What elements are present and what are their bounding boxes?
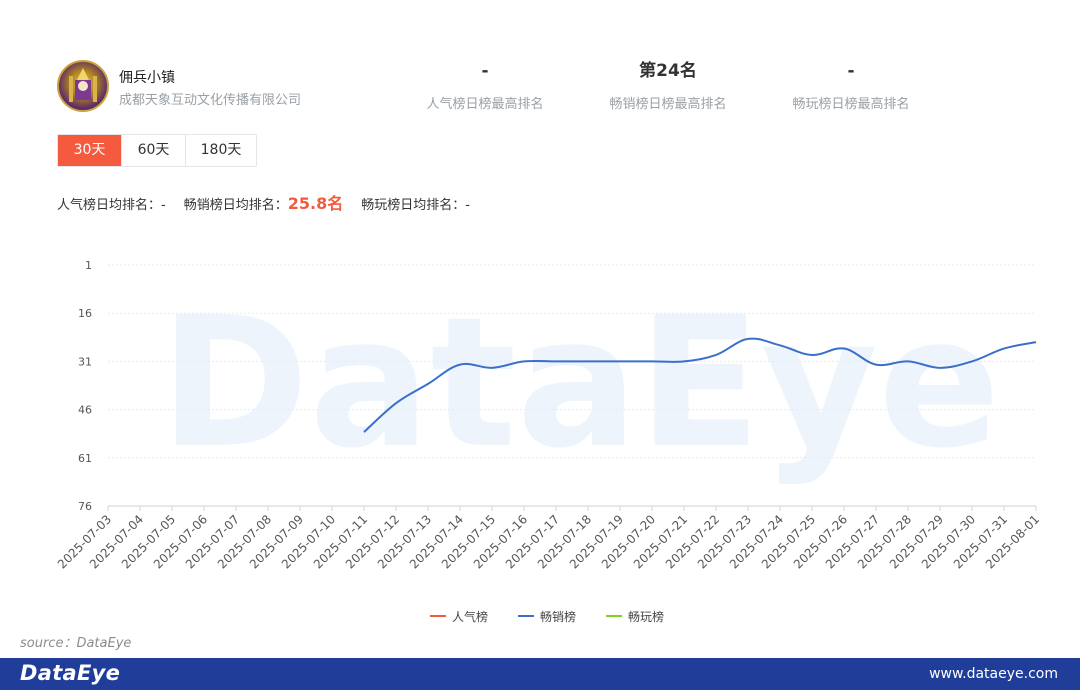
tab-30-days[interactable]: 30天 xyxy=(58,135,122,166)
stat-sales-best-value: 第24名 xyxy=(639,61,697,81)
stat-popular-best: - 人气榜日榜最高排名 xyxy=(400,60,570,112)
source-note: source：DataEye xyxy=(20,636,132,651)
stat-sales-best-label: 畅销榜日榜最高排名 xyxy=(609,97,727,112)
average-rank-row: 人气榜日均排名： - 畅销榜日均排名： 25.8名 畅玩榜日均排名： - xyxy=(57,190,488,214)
legend-label-1: 畅销榜 xyxy=(540,609,576,624)
footer-url: www.dataeye.com xyxy=(929,666,1058,682)
avg-sales-label: 畅销榜日均排名： xyxy=(183,198,288,213)
tab-180-days[interactable]: 180天 xyxy=(186,135,256,166)
stat-play-best: - 畅玩榜日榜最高排名 xyxy=(766,60,936,112)
watermark: DataEye xyxy=(160,279,1001,488)
avg-sales: 畅销榜日均排名： 25.8名 xyxy=(184,190,344,214)
y-tick-label: 1 xyxy=(85,259,92,272)
stat-play-best-label: 畅玩榜日榜最高排名 xyxy=(792,97,910,112)
y-tick-label: 76 xyxy=(78,500,92,513)
footer-logo: DataEye xyxy=(20,661,121,685)
app-header: 佣兵小镇 成都天象互动文化传播有限公司 - 人气榜日榜最高排名 第24名 畅销榜… xyxy=(57,60,1017,116)
footer-bar: DataEye www.dataeye.com xyxy=(0,658,1080,690)
legend-label-2: 畅玩榜 xyxy=(628,609,664,624)
stat-play-best-value: - xyxy=(847,61,855,81)
app-icon xyxy=(57,60,109,112)
y-tick-label: 31 xyxy=(78,355,92,368)
avg-popular-value: - xyxy=(161,198,166,213)
app-company: 成都天象互动文化传播有限公司 xyxy=(119,93,302,108)
y-tick-label: 61 xyxy=(78,452,92,465)
stat-popular-best-label: 人气榜日榜最高排名 xyxy=(426,97,544,112)
stat-popular-best-value: - xyxy=(481,61,489,81)
avg-play: 畅玩榜日均排名： - xyxy=(361,194,470,213)
app-name: 佣兵小镇 xyxy=(119,70,175,86)
rank-line-chart: DataEye116314661762025-07-032025-07-0420… xyxy=(55,259,1042,624)
avg-popular-label: 人气榜日均排名： xyxy=(57,198,162,213)
stat-sales-best: 第24名 畅销榜日榜最高排名 xyxy=(583,60,753,112)
tab-60-days[interactable]: 60天 xyxy=(122,135,186,166)
avg-popular: 人气榜日均排名： - xyxy=(57,194,166,213)
legend-label-0: 人气榜 xyxy=(452,609,488,624)
period-tabs: 30天 60天 180天 xyxy=(57,134,257,167)
y-tick-label: 16 xyxy=(78,307,92,320)
avg-play-label: 畅玩榜日均排名： xyxy=(361,198,466,213)
avg-sales-value: 25.8名 xyxy=(287,194,344,213)
avg-play-value: - xyxy=(465,198,470,213)
y-tick-label: 46 xyxy=(78,404,92,417)
